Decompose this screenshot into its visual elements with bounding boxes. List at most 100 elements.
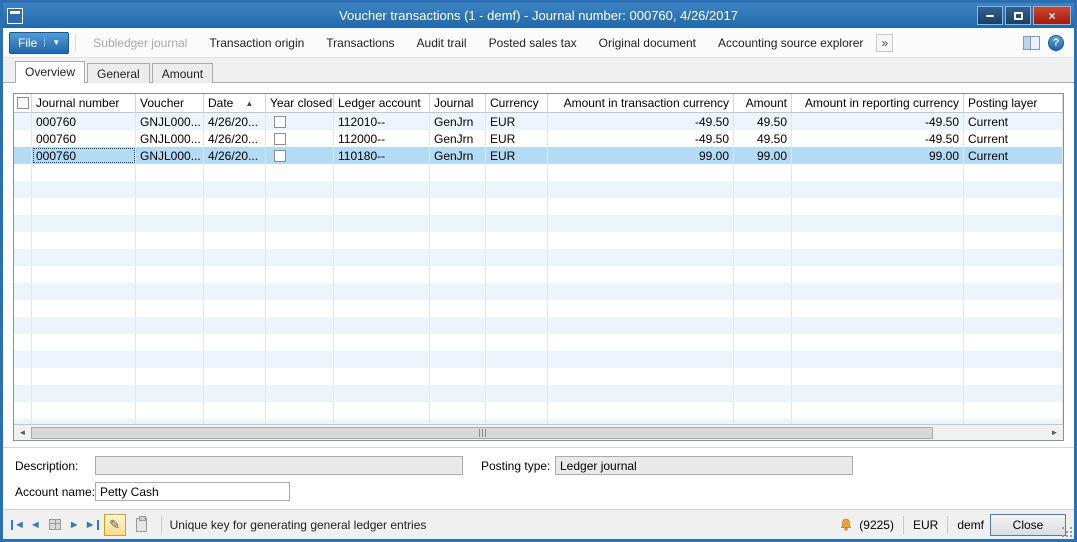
column-header-posting-layer[interactable]: Posting layer <box>964 94 1063 112</box>
grid-cell <box>964 198 1063 215</box>
grid-cell[interactable]: GNJL000... <box>136 113 204 130</box>
attach-document-button[interactable] <box>131 514 153 536</box>
menu-item-accounting-source-explorer[interactable]: Accounting source explorer <box>707 36 874 50</box>
menu-item-audit-trail[interactable]: Audit trail <box>406 36 478 50</box>
grid-cell[interactable] <box>266 147 334 164</box>
grid-cell[interactable]: 4/26/20... <box>204 147 266 164</box>
scrollbar-thumb[interactable] <box>31 427 933 439</box>
scroll-right-icon[interactable]: ► <box>1046 428 1063 437</box>
tab-general[interactable]: General <box>87 63 150 83</box>
column-header-date[interactable]: Date▲ <box>204 94 266 112</box>
scroll-left-icon[interactable]: ◄ <box>14 428 31 437</box>
grid-cell <box>136 215 204 232</box>
notifications-bell-icon[interactable] <box>839 518 853 532</box>
row-selector[interactable] <box>14 147 32 164</box>
grid-cell[interactable]: 99.00 <box>792 147 964 164</box>
column-header-ledger-account[interactable]: Ledger account <box>334 94 430 112</box>
grid-cell[interactable]: 000760 <box>32 147 136 164</box>
row-selector <box>14 334 32 351</box>
grid-cell[interactable]: 4/26/20... <box>204 113 266 130</box>
column-header-amount-in-transaction-currency[interactable]: Amount in transaction currency <box>548 94 734 112</box>
grid-cell[interactable]: 112000-- <box>334 130 430 147</box>
grid-cell[interactable]: 99.00 <box>734 147 792 164</box>
grid-cell[interactable]: EUR <box>486 113 548 130</box>
statusbar-separator <box>903 516 904 534</box>
currency-indicator[interactable]: EUR <box>913 518 938 532</box>
column-header-amount[interactable]: Amount <box>734 94 792 112</box>
close-window-button[interactable]: × <box>1033 6 1071 25</box>
grid-cell <box>334 164 430 181</box>
row-selector[interactable] <box>14 130 32 147</box>
tab-amount[interactable]: Amount <box>152 63 213 83</box>
menu-item-transaction-origin[interactable]: Transaction origin <box>198 36 315 50</box>
table-row[interactable]: 000760GNJL000...4/26/20... 110180--GenJrn… <box>14 147 1063 164</box>
table-row[interactable]: 000760GNJL000...4/26/20... 112010--GenJrn… <box>14 113 1063 130</box>
last-record-button[interactable]: ► <box>85 519 99 531</box>
row-selector[interactable] <box>14 113 32 130</box>
resize-grip[interactable] <box>1062 527 1072 537</box>
column-header-amount-in-reporting-currency[interactable]: Amount in reporting currency <box>792 94 964 112</box>
tab-overview[interactable]: Overview <box>15 61 85 83</box>
close-button[interactable]: Close <box>990 514 1066 536</box>
grid-cell[interactable]: Current <box>964 147 1063 164</box>
file-menu-button[interactable]: File ▼ <box>9 32 69 54</box>
grid-cell[interactable]: Current <box>964 113 1063 130</box>
select-all-checkbox[interactable] <box>14 94 32 112</box>
menu-item-original-document[interactable]: Original document <box>588 36 707 50</box>
grid-cell[interactable]: 49.50 <box>734 130 792 147</box>
horizontal-scrollbar[interactable]: ◄ ► <box>14 424 1063 440</box>
column-header-journal-number[interactable]: Journal number <box>32 94 136 112</box>
grid-cell[interactable]: 112010-- <box>334 113 430 130</box>
grid-cell[interactable]: GNJL000... <box>136 147 204 164</box>
menu-overflow-button[interactable]: » <box>876 34 893 52</box>
first-record-button[interactable]: ◄ <box>11 519 25 531</box>
year-closed-checkbox[interactable] <box>274 116 286 128</box>
grid-cell[interactable]: -49.50 <box>792 113 964 130</box>
grid-cell[interactable]: -49.50 <box>548 113 734 130</box>
table-row[interactable]: 000760GNJL000...4/26/20... 112000--GenJrn… <box>14 130 1063 147</box>
layout-panel-icon[interactable] <box>1023 36 1040 50</box>
column-header-journal[interactable]: Journal <box>430 94 486 112</box>
grid-cell[interactable]: GenJrn <box>430 130 486 147</box>
minimize-button[interactable] <box>977 6 1003 25</box>
grid-cell[interactable]: 4/26/20... <box>204 130 266 147</box>
year-closed-checkbox[interactable] <box>274 133 286 145</box>
maximize-button[interactable] <box>1005 6 1031 25</box>
grid-cell[interactable]: 49.50 <box>734 113 792 130</box>
grid-cell[interactable] <box>266 113 334 130</box>
grid-cell <box>430 164 486 181</box>
grid-cell[interactable] <box>266 130 334 147</box>
grid-cell[interactable]: 000760 <box>32 113 136 130</box>
notification-count[interactable]: (9225) <box>859 518 894 532</box>
grid-cell[interactable]: GenJrn <box>430 113 486 130</box>
year-closed-checkbox[interactable] <box>274 150 286 162</box>
column-header-currency[interactable]: Currency <box>486 94 548 112</box>
grid-cell[interactable]: GenJrn <box>430 147 486 164</box>
grid-cell[interactable]: EUR <box>486 147 548 164</box>
grid-cell[interactable]: 99.00 <box>548 147 734 164</box>
description-field[interactable] <box>95 456 463 475</box>
column-header-voucher[interactable]: Voucher <box>136 94 204 112</box>
next-record-button[interactable]: ► <box>69 519 80 531</box>
grid-cell[interactable]: Current <box>964 130 1063 147</box>
grid-cell[interactable]: GNJL000... <box>136 130 204 147</box>
grid-cell <box>32 198 136 215</box>
file-menu-label: File <box>18 36 37 50</box>
help-icon[interactable]: ? <box>1048 35 1064 51</box>
posting-type-field[interactable] <box>555 456 853 475</box>
grid-cell[interactable]: -49.50 <box>548 130 734 147</box>
edit-record-button[interactable]: ✎ <box>104 514 126 536</box>
grid-cell[interactable]: 000760 <box>32 130 136 147</box>
menu-item-transactions[interactable]: Transactions <box>315 36 405 50</box>
grid-cell[interactable]: EUR <box>486 130 548 147</box>
grid-cell[interactable]: 110180-- <box>334 147 430 164</box>
grid-cell <box>136 334 204 351</box>
previous-record-button[interactable]: ◄ <box>30 519 41 531</box>
grid-cell[interactable]: -49.50 <box>792 130 964 147</box>
company-indicator[interactable]: demf <box>957 518 984 532</box>
grid-cell <box>486 215 548 232</box>
account-name-field[interactable] <box>95 482 290 501</box>
grid-cell <box>204 181 266 198</box>
menu-item-posted-sales-tax[interactable]: Posted sales tax <box>478 36 588 50</box>
column-header-year-closed[interactable]: Year closed <box>266 94 334 112</box>
